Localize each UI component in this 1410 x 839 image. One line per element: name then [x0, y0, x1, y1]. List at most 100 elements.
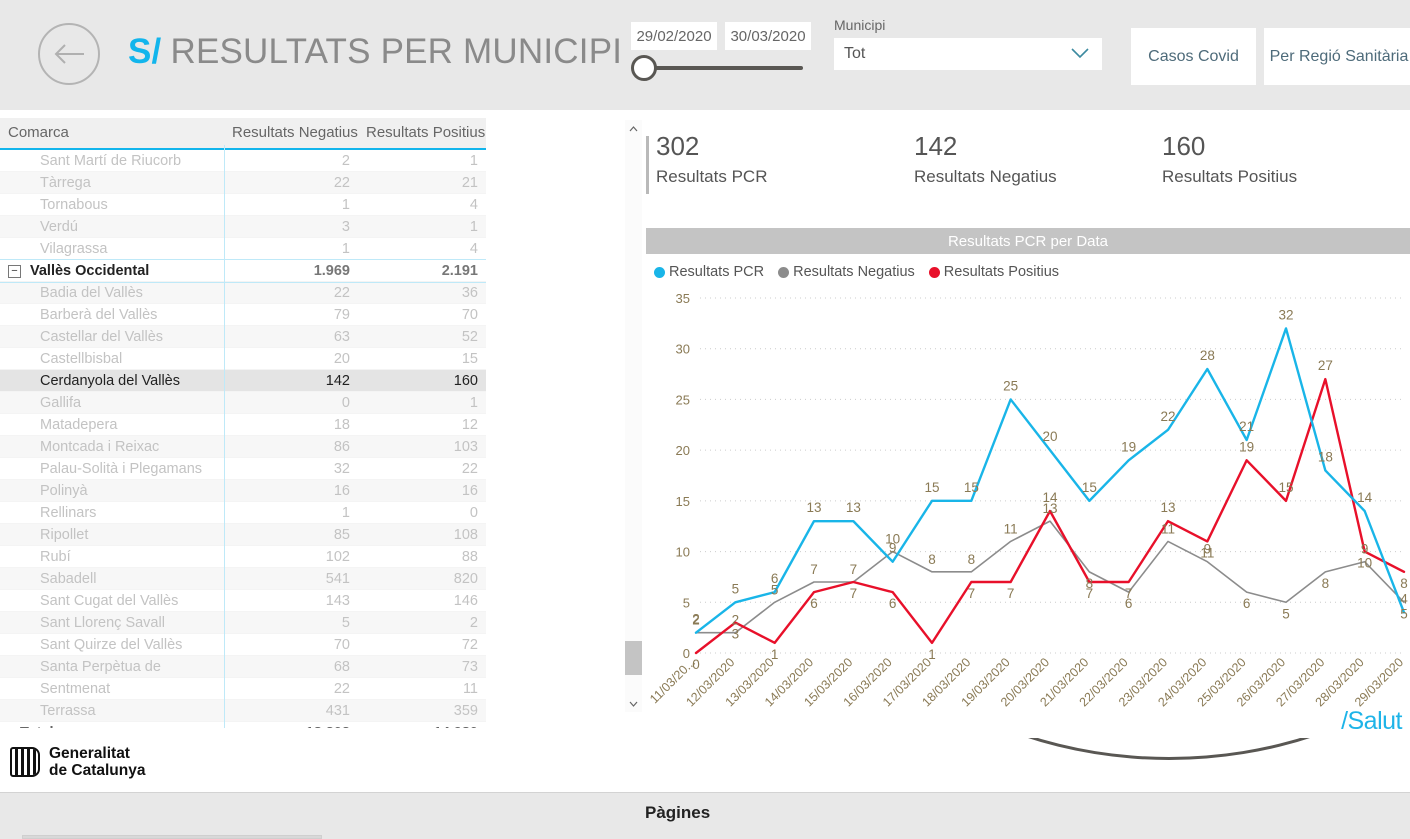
table-vertical-scrollbar[interactable]	[625, 120, 642, 712]
cell-negatius[interactable]: 1.969	[224, 259, 358, 282]
cell-positius[interactable]: 12	[358, 413, 486, 436]
cell-negatius[interactable]: 22	[224, 281, 358, 304]
cell-comarca[interactable]: Sant Llorenç Savall	[0, 611, 224, 634]
table-row[interactable]: Montcada i Reixac 86 103	[0, 435, 486, 458]
cell-positius[interactable]: 36	[358, 281, 486, 304]
cell-comarca[interactable]: Tàrrega	[0, 171, 224, 194]
cell-comarca[interactable]: Palau-Solità i Plegamans	[0, 457, 224, 480]
date-slider-handle-left[interactable]	[631, 55, 657, 81]
legend-item[interactable]: Resultats Negatius	[778, 264, 915, 280]
cell-comarca[interactable]: Terrassa	[0, 699, 224, 722]
casos-covid-button[interactable]: Casos Covid	[1131, 28, 1256, 85]
cell-negatius[interactable]: 102	[224, 545, 358, 568]
table-row[interactable]: Santa Perpètua de 68 73	[0, 655, 486, 678]
table-row[interactable]: Palau-Solità i Plegamans 32 22	[0, 457, 486, 480]
table-row[interactable]: Sabadell 541 820	[0, 567, 486, 590]
cell-positius[interactable]: 160	[358, 369, 486, 392]
cell-positius[interactable]: 2	[358, 611, 486, 634]
line-chart[interactable]: 0 5 10 15 20 25 30 35 11/03/20... 12/03/2020 13/03…	[646, 288, 1410, 738]
cell-negatius[interactable]: 86	[224, 435, 358, 458]
table-row[interactable]: Tàrrega 22 21	[0, 171, 486, 194]
cell-comarca[interactable]: Verdú	[0, 215, 224, 238]
cell-comarca[interactable]: Sentmenat	[0, 677, 224, 700]
date-range-slicer[interactable]: 29/02/2020 30/03/2020	[631, 22, 1410, 760]
cell-positius[interactable]: 108	[358, 523, 486, 546]
cell-negatius[interactable]: 5	[224, 611, 358, 634]
cell-negatius[interactable]: 22	[224, 677, 358, 700]
cell-comarca[interactable]: Sant Martí de Riucorb	[0, 149, 224, 172]
cell-positius[interactable]: 52	[358, 325, 486, 348]
cell-negatius[interactable]: 68	[224, 655, 358, 678]
cell-comarca[interactable]: Badia del Vallès	[0, 281, 224, 304]
cell-positius[interactable]: 21	[358, 171, 486, 194]
table-row[interactable]: Barberà del Vallès 79 70	[0, 303, 486, 326]
table-row[interactable]: − Vallès Occidental 1.969 2.191	[0, 258, 486, 283]
cell-comarca[interactable]: Sant Cugat del Vallès	[0, 589, 224, 612]
cell-comarca[interactable]: − Vallès Occidental	[0, 259, 224, 282]
cell-positius[interactable]: 4	[358, 237, 486, 260]
municipi-dropdown[interactable]: Tot	[834, 38, 1102, 70]
cell-positius[interactable]: 1	[358, 391, 486, 414]
cell-comarca[interactable]: Castellar del Vallès	[0, 325, 224, 348]
scroll-up-icon[interactable]	[625, 120, 642, 137]
cell-positius[interactable]: 11	[358, 677, 486, 700]
cell-positius[interactable]: 0	[358, 501, 486, 524]
cell-negatius[interactable]: 20	[224, 347, 358, 370]
cell-negatius[interactable]: 143	[224, 589, 358, 612]
cell-positius[interactable]: 72	[358, 633, 486, 656]
cell-negatius[interactable]: 0	[224, 391, 358, 414]
legend-item[interactable]: Resultats Positius	[928, 264, 1059, 280]
cell-positius[interactable]: 2.191	[358, 259, 486, 282]
cell-positius[interactable]: 73	[358, 655, 486, 678]
table-row[interactable]: Rubí 102 88	[0, 545, 486, 568]
cell-negatius[interactable]: 1	[224, 501, 358, 524]
cell-negatius[interactable]: 63	[224, 325, 358, 348]
cell-negatius[interactable]: 18.303	[224, 721, 358, 728]
cell-negatius[interactable]: 541	[224, 567, 358, 590]
cell-negatius[interactable]: 2	[224, 149, 358, 172]
cell-negatius[interactable]: 70	[224, 633, 358, 656]
table-row[interactable]: Badia del Vallès 22 36	[0, 281, 486, 304]
date-to-field[interactable]: 30/03/2020	[725, 22, 811, 50]
scroll-down-icon[interactable]	[625, 695, 642, 712]
cell-comarca[interactable]: Polinyà	[0, 479, 224, 502]
cell-comarca[interactable]: Matadepera	[0, 413, 224, 436]
table-row[interactable]: Sant Quirze del Vallès 70 72	[0, 633, 486, 656]
cell-comarca[interactable]: Ripollet	[0, 523, 224, 546]
cell-comarca[interactable]: Gallifa	[0, 391, 224, 414]
cell-negatius[interactable]: 1	[224, 193, 358, 216]
cell-positius[interactable]: 820	[358, 567, 486, 590]
cell-positius[interactable]: 70	[358, 303, 486, 326]
cell-negatius[interactable]: 3	[224, 215, 358, 238]
cell-negatius[interactable]: 85	[224, 523, 358, 546]
cell-negatius[interactable]: 79	[224, 303, 358, 326]
legend-item[interactable]: Resultats PCR	[654, 264, 764, 280]
column-header-negatius[interactable]: Resultats Negatius	[224, 118, 358, 150]
table-row[interactable]: Rellinars 1 0	[0, 501, 486, 524]
cell-comarca[interactable]: Castellbisbal	[0, 347, 224, 370]
table-row[interactable]: Vilagrassa 1 4	[0, 237, 486, 260]
cell-comarca[interactable]: Cerdanyola del Vallès	[0, 369, 224, 392]
cell-negatius[interactable]: 1	[224, 237, 358, 260]
scrollbar-thumb[interactable]	[625, 641, 642, 675]
per-regio-sanitaria-button[interactable]: Per Regió Sanitària	[1264, 28, 1410, 85]
cell-negatius[interactable]: 16	[224, 479, 358, 502]
cell-positius[interactable]: 103	[358, 435, 486, 458]
cell-positius[interactable]: 146	[358, 589, 486, 612]
cell-positius[interactable]: 359	[358, 699, 486, 722]
cell-positius[interactable]: 4	[358, 193, 486, 216]
table-row[interactable]: Ripollet 85 108	[0, 523, 486, 546]
page-tab-strip[interactable]	[22, 835, 322, 839]
cell-comarca[interactable]: Sabadell	[0, 567, 224, 590]
cell-positius[interactable]: 22	[358, 457, 486, 480]
cell-negatius[interactable]: 22	[224, 171, 358, 194]
cell-comarca[interactable]: Total	[0, 721, 224, 728]
cell-positius[interactable]: 16	[358, 479, 486, 502]
date-from-field[interactable]: 29/02/2020	[631, 22, 717, 50]
table-row[interactable]: Sant Cugat del Vallès 143 146	[0, 589, 486, 612]
cell-positius[interactable]: 14.980	[358, 721, 486, 728]
cell-negatius[interactable]: 32	[224, 457, 358, 480]
table-row[interactable]: Verdú 3 1	[0, 215, 486, 238]
cell-comarca[interactable]: Santa Perpètua de	[0, 655, 224, 678]
table-row[interactable]: Cerdanyola del Vallès 142 160	[0, 369, 486, 392]
